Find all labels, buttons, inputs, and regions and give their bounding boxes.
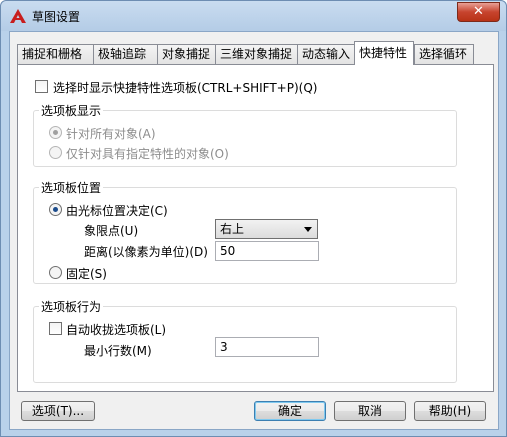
tab-selection-cycling[interactable]: 选择循环 [414, 44, 474, 64]
palette-behavior-title: 选项板行为 [39, 298, 104, 315]
dialog-client: 捕捉和栅格 极轴追踪 对象捕捉 三维对象捕捉 动态输入 快捷特性 选择循环 选择… [9, 31, 499, 430]
specified-objects-radio[interactable] [49, 146, 62, 159]
chevron-down-icon [304, 227, 312, 232]
min-rows-input[interactable]: 3 [215, 337, 319, 357]
palette-location-title: 选项板位置 [39, 179, 104, 196]
tab-snap-grid[interactable]: 捕捉和栅格 [17, 44, 94, 64]
ok-button[interactable]: 确定 [254, 401, 326, 421]
options-button[interactable]: 选项(T)... [21, 401, 95, 421]
tab-polar-tracking[interactable]: 极轴追踪 [93, 44, 158, 64]
all-objects-radio[interactable] [49, 126, 62, 139]
help-button[interactable]: 帮助(H) [414, 401, 486, 421]
tab-panel-quick-properties: 选择时显示快捷特性选项板(CTRL+SHIFT+P)(Q) 选项板显示 针对所有… [17, 64, 494, 392]
window-title: 草图设置 [32, 10, 81, 24]
quadrant-select[interactable]: 右上 [215, 219, 318, 239]
distance-label: 距离(以像素为单位)(D) [84, 245, 208, 259]
close-button[interactable]: ✕ [457, 2, 500, 22]
autocad-logo-icon [10, 9, 26, 23]
specified-objects-label: 仅针对具有指定特性的对象(O) [66, 147, 229, 161]
cursor-dependent-label: 由光标位置决定(C) [66, 204, 168, 218]
cancel-button[interactable]: 取消 [334, 401, 406, 421]
quadrant-label: 象限点(U) [84, 224, 139, 238]
auto-collapse-label: 自动收拢选项板(L) [66, 323, 167, 337]
title-bar: 草图设置 ✕ [1, 1, 506, 31]
cursor-dependent-radio[interactable] [49, 203, 62, 216]
show-on-select-label: 选择时显示快捷特性选项板(CTRL+SHIFT+P)(Q) [53, 81, 318, 95]
tab-object-snap[interactable]: 对象捕捉 [157, 44, 216, 64]
min-rows-label: 最小行数(M) [84, 344, 152, 358]
quadrant-select-value: 右上 [220, 222, 245, 236]
show-on-select-checkbox[interactable] [35, 80, 48, 93]
tab-3d-object-snap[interactable]: 三维对象捕捉 [215, 44, 298, 64]
palette-display-title: 选项板显示 [39, 102, 104, 119]
static-label: 固定(S) [66, 267, 107, 281]
close-icon: ✕ [473, 4, 484, 19]
static-radio[interactable] [49, 266, 62, 279]
all-objects-label: 针对所有对象(A) [66, 127, 156, 141]
auto-collapse-checkbox[interactable] [49, 322, 62, 335]
dialog-window: 草图设置 ✕ 捕捉和栅格 极轴追踪 对象捕捉 三维对象捕捉 动态输入 快捷特性 … [0, 0, 507, 437]
tab-dynamic-input[interactable]: 动态输入 [297, 44, 356, 64]
tab-quick-properties[interactable]: 快捷特性 [354, 41, 414, 65]
distance-input[interactable]: 50 [215, 241, 319, 261]
